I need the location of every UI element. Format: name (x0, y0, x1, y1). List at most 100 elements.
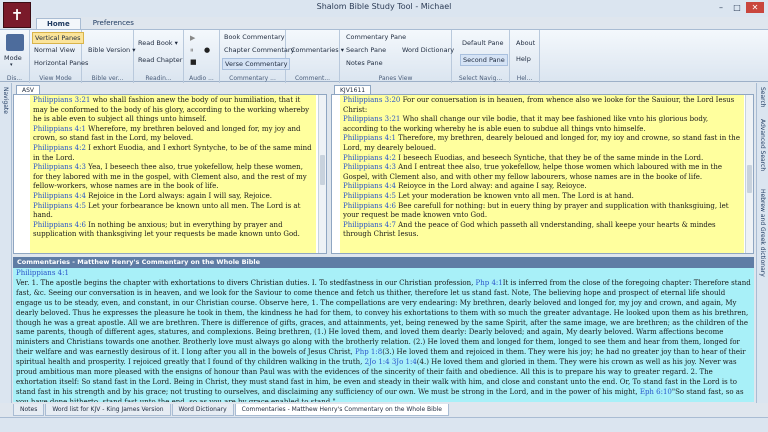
verse-ref[interactable]: Philippians 4:2 (33, 144, 86, 152)
verse-entry: Philippians 4:1 Therefore, my brethren, … (343, 134, 740, 152)
window-controls: – □ ✕ (714, 2, 764, 13)
commentary-verse-ref[interactable]: Philippians 4:1 (16, 269, 751, 279)
tab-word-dictionary[interactable]: Word Dictionary (171, 404, 234, 416)
verse-text: Therefore, my brethren, dearely beloued … (343, 134, 740, 152)
verse-ref[interactable]: Philippians 4:7 (343, 221, 396, 229)
word-dictionary-button[interactable]: Word Dictionary (400, 45, 456, 55)
verse-ref[interactable]: Philippians 4:3 (33, 163, 86, 171)
chevron-down-icon: ▾ (10, 62, 13, 68)
verse-text: Rejoice in the Lord always: again I will… (85, 191, 273, 200)
ribbon: Mode ▾ Dis... Vertical Panes Normal View… (0, 29, 768, 83)
verse-ref[interactable]: Philippians 4:2 (343, 154, 396, 162)
right-bible-pane: Philippians 3:20 For our conuersation is… (331, 94, 754, 254)
cross-reference-link[interactable]: 3Jo 1:4 (392, 358, 417, 366)
about-button[interactable]: About (514, 38, 537, 48)
vertical-panes-button[interactable]: Vertical Panes (32, 32, 84, 44)
verse-ref[interactable]: Philippians 4:3 (343, 163, 396, 171)
verse-commentary-button[interactable]: Verse Commentary (222, 58, 291, 70)
verse-ref[interactable]: Philippians 3:20 (343, 96, 400, 104)
group-label: Bible ver... (91, 75, 124, 82)
mode-button[interactable]: Mode (4, 54, 22, 62)
minimize-button[interactable]: – (714, 2, 728, 13)
verse-text: Bee carefull for nothing: but in euery t… (343, 201, 729, 220)
verse-text: And I entreat thee also, true yokefellow… (343, 163, 723, 181)
group-label: Commentary ... (229, 75, 276, 82)
help-button[interactable]: Help (514, 54, 533, 64)
status-bar (0, 417, 768, 432)
group-label: Readin... (145, 75, 172, 82)
verse-text: And the peace of God which passeth all v… (343, 220, 716, 239)
tab-commentaries[interactable]: Commentaries - Matthew Henry's Commentar… (234, 404, 449, 416)
commentary-pane-button[interactable]: Commentary Pane (344, 32, 408, 42)
verse-ref[interactable]: Philippians 4:1 (343, 134, 396, 142)
commentaries-dropdown[interactable]: Commentaries ▾ (289, 45, 346, 55)
verse-entry: Philippians 4:5 Let your forbearance be … (33, 202, 300, 220)
notes-pane-button[interactable]: Notes Pane (344, 58, 385, 68)
verse-entry: Philippians 4:7 And the peace of God whi… (343, 221, 716, 239)
verse-ref[interactable]: Philippians 4:5 (33, 202, 86, 210)
ribbon-group-commentary: Book Commentary Chapter Commentary Verse… (220, 30, 294, 83)
close-button[interactable]: ✕ (746, 2, 764, 13)
record-icon[interactable]: ● (204, 46, 210, 54)
default-pane-button[interactable]: Default Pane (460, 38, 506, 48)
tab-notes[interactable]: Notes (13, 404, 45, 416)
scrollbar-thumb[interactable] (320, 155, 325, 185)
book-commentary-button[interactable]: Book Commentary (222, 32, 287, 42)
verse-entry: Philippians 4:3 Yea, I beseech thee also… (33, 163, 307, 190)
tab-word-list[interactable]: Word list for KJV - King James Version (45, 404, 171, 416)
second-pane-button[interactable]: Second Pane (460, 54, 508, 66)
group-label: Hel... (516, 75, 533, 82)
group-label: Select Navig... (458, 75, 503, 82)
right-pane-scrollbar[interactable] (745, 95, 753, 253)
verse-ref[interactable]: Philippians 3:21 (33, 96, 90, 104)
ribbon-group-view-mode: Vertical Panes Normal View Horizontal Pa… (30, 30, 88, 83)
bible-version-dropdown[interactable]: Bible Version ▾ (86, 45, 138, 55)
maximize-button[interactable]: □ (730, 2, 744, 13)
cross-reference-link[interactable]: Eph 6:10 (640, 388, 672, 396)
ribbon-group-reading: Read Book ▾ Read Chapter Readin... (134, 30, 184, 83)
verse-text: For our conuersation is in heauen, from … (343, 96, 735, 114)
verse-ref[interactable]: Philippians 4:4 (343, 182, 396, 190)
right-side-panel: Search Advanced Search Hebrew and Greek … (756, 83, 768, 403)
verse-ref[interactable]: Philippians 4:1 (33, 125, 86, 133)
group-label: Panes View (378, 75, 413, 82)
verse-entry: Philippians 4:6 Bee carefull for nothing… (343, 202, 729, 220)
right-verse-list: Philippians 3:20 For our conuersation is… (340, 95, 744, 253)
cross-reference-link[interactable]: Php 4:1 (476, 279, 503, 287)
normal-view-button[interactable]: Normal View (32, 45, 77, 55)
cross-reference-link[interactable]: Php 1:8 (355, 348, 382, 356)
verse-entry: Philippians 3:21 who shall fashion anew … (33, 96, 309, 123)
ribbon-group-audio: ▶ ⏸ ● ■ Audio ... (184, 30, 220, 83)
ribbon-group-select-navigation: Default Pane Second Pane Select Navig... (452, 30, 510, 83)
scrollbar-thumb[interactable] (747, 165, 752, 193)
navigate-tab[interactable]: Navigate (2, 87, 9, 114)
verse-ref[interactable]: Philippians 4:5 (343, 192, 396, 200)
stop-icon[interactable]: ■ (190, 58, 197, 66)
left-pane-scrollbar[interactable] (318, 95, 326, 253)
verse-ref[interactable]: Philippians 4:6 (343, 202, 396, 210)
verse-ref[interactable]: Philippians 4:4 (33, 192, 86, 200)
play-icon[interactable]: ▶ (190, 34, 195, 42)
pause-icon[interactable]: ⏸ (190, 46, 194, 55)
window-title: Shalom Bible Study Tool - Michael (316, 2, 452, 11)
search-pane-button[interactable]: Search Pane (344, 45, 388, 55)
group-label: Dis... (6, 75, 23, 82)
verse-ref[interactable]: Philippians 4:6 (33, 221, 86, 229)
cross-reference-link[interactable]: 2Jo 1:4 (365, 358, 390, 366)
verse-ref[interactable]: Philippians 3:21 (343, 115, 400, 123)
advanced-search-tab[interactable]: Advanced Search (759, 119, 766, 171)
read-chapter-button[interactable]: Read Chapter (136, 55, 184, 65)
verse-text: I beseech Euodias, and beseech Syntiche,… (395, 153, 704, 162)
app-cross-icon[interactable]: ✝ (3, 2, 31, 28)
read-book-dropdown[interactable]: Read Book ▾ (136, 38, 180, 48)
verse-entry: Philippians 4:4 Rejoice in the Lord alwa… (33, 192, 272, 200)
app-window: Shalom Bible Study Tool - Michael – □ ✕ … (0, 0, 768, 432)
commentary-header: Commentaries - Matthew Henry's Commentar… (13, 257, 754, 268)
hebrew-greek-dictionary-tab[interactable]: Hebrew and Greek dictionary (759, 189, 766, 277)
search-tab[interactable]: Search (759, 87, 766, 108)
commentary-paragraph: Ver. 1. The apostle begins the chapter w… (16, 278, 476, 287)
verse-entry: Philippians 3:21 Who shall change our vi… (343, 115, 708, 133)
verse-entry: Philippians 4:5 Let your moderation be k… (343, 192, 634, 200)
verse-text: Reioyce in the Lord alway: and againe I … (395, 182, 587, 191)
verse-entry: Philippians 4:2 I beseech Euodias, and b… (343, 154, 703, 162)
